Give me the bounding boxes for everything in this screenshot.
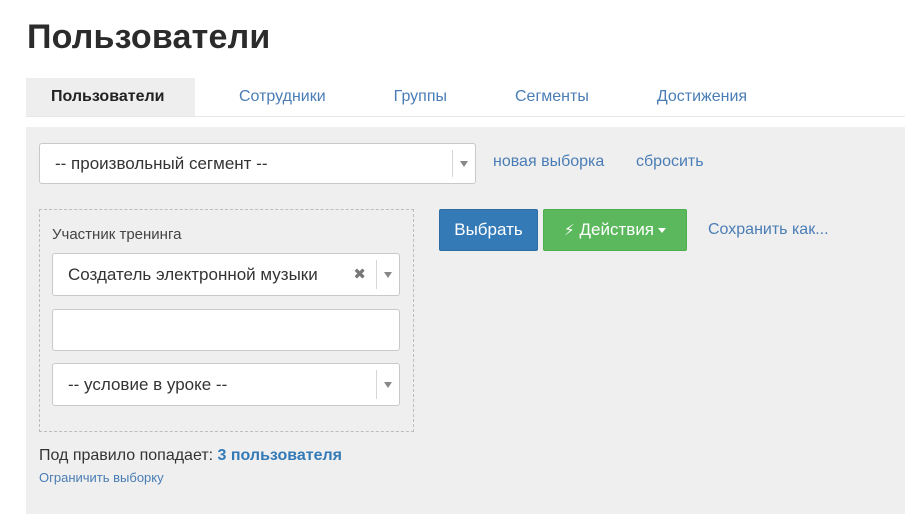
save-as-link[interactable]: Сохранить как...	[708, 221, 829, 239]
segment-select-value: -- произвольный сегмент --	[55, 154, 268, 173]
lesson-condition-select[interactable]: -- условие в уроке --	[52, 363, 400, 406]
caret-down-icon	[658, 228, 667, 234]
clear-icon[interactable]: ✖	[353, 265, 366, 283]
chevron-down-icon[interactable]	[384, 382, 392, 388]
tab-achievements[interactable]: Достижения	[623, 78, 781, 116]
training-select[interactable]: Создатель электронной музыки ✖	[52, 253, 400, 296]
select-divider	[376, 370, 377, 399]
tabs-bar: Пользователи Сотрудники Группы Сегменты …	[26, 78, 905, 117]
rule-label: Участник тренинга	[52, 226, 182, 243]
actions-label: Действия	[579, 220, 655, 239]
match-count-link[interactable]: 3 пользователя	[218, 447, 342, 464]
bolt-icon: ⚡	[563, 222, 575, 239]
rule-text-input[interactable]	[52, 309, 400, 351]
match-summary: Под правило попадает: 3 пользователя	[39, 447, 342, 465]
chevron-down-icon[interactable]	[384, 272, 392, 278]
select-button[interactable]: Выбрать	[439, 209, 538, 251]
match-prefix: Под правило попадает:	[39, 447, 214, 464]
limit-selection-link[interactable]: Ограничить выборку	[39, 470, 164, 485]
select-divider	[452, 150, 453, 177]
training-select-value: Создатель электронной музыки	[68, 265, 318, 284]
reset-link[interactable]: сбросить	[636, 153, 704, 171]
condition-select-value: -- условие в уроке --	[68, 375, 228, 394]
filter-panel: -- произвольный сегмент -- новая выборка…	[26, 127, 905, 514]
select-divider	[376, 260, 377, 289]
chevron-down-icon[interactable]	[460, 161, 468, 167]
rule-box: Участник тренинга Создатель электронной …	[39, 209, 414, 432]
tab-segments[interactable]: Сегменты	[481, 78, 623, 116]
page-title: Пользователи	[27, 18, 271, 56]
tab-users[interactable]: Пользователи	[26, 78, 195, 116]
segment-select[interactable]: -- произвольный сегмент --	[39, 143, 476, 184]
tab-groups[interactable]: Группы	[360, 78, 481, 116]
new-selection-link[interactable]: новая выборка	[493, 153, 604, 171]
actions-dropdown-button[interactable]: ⚡ Действия	[543, 209, 687, 251]
tab-employees[interactable]: Сотрудники	[205, 78, 360, 116]
